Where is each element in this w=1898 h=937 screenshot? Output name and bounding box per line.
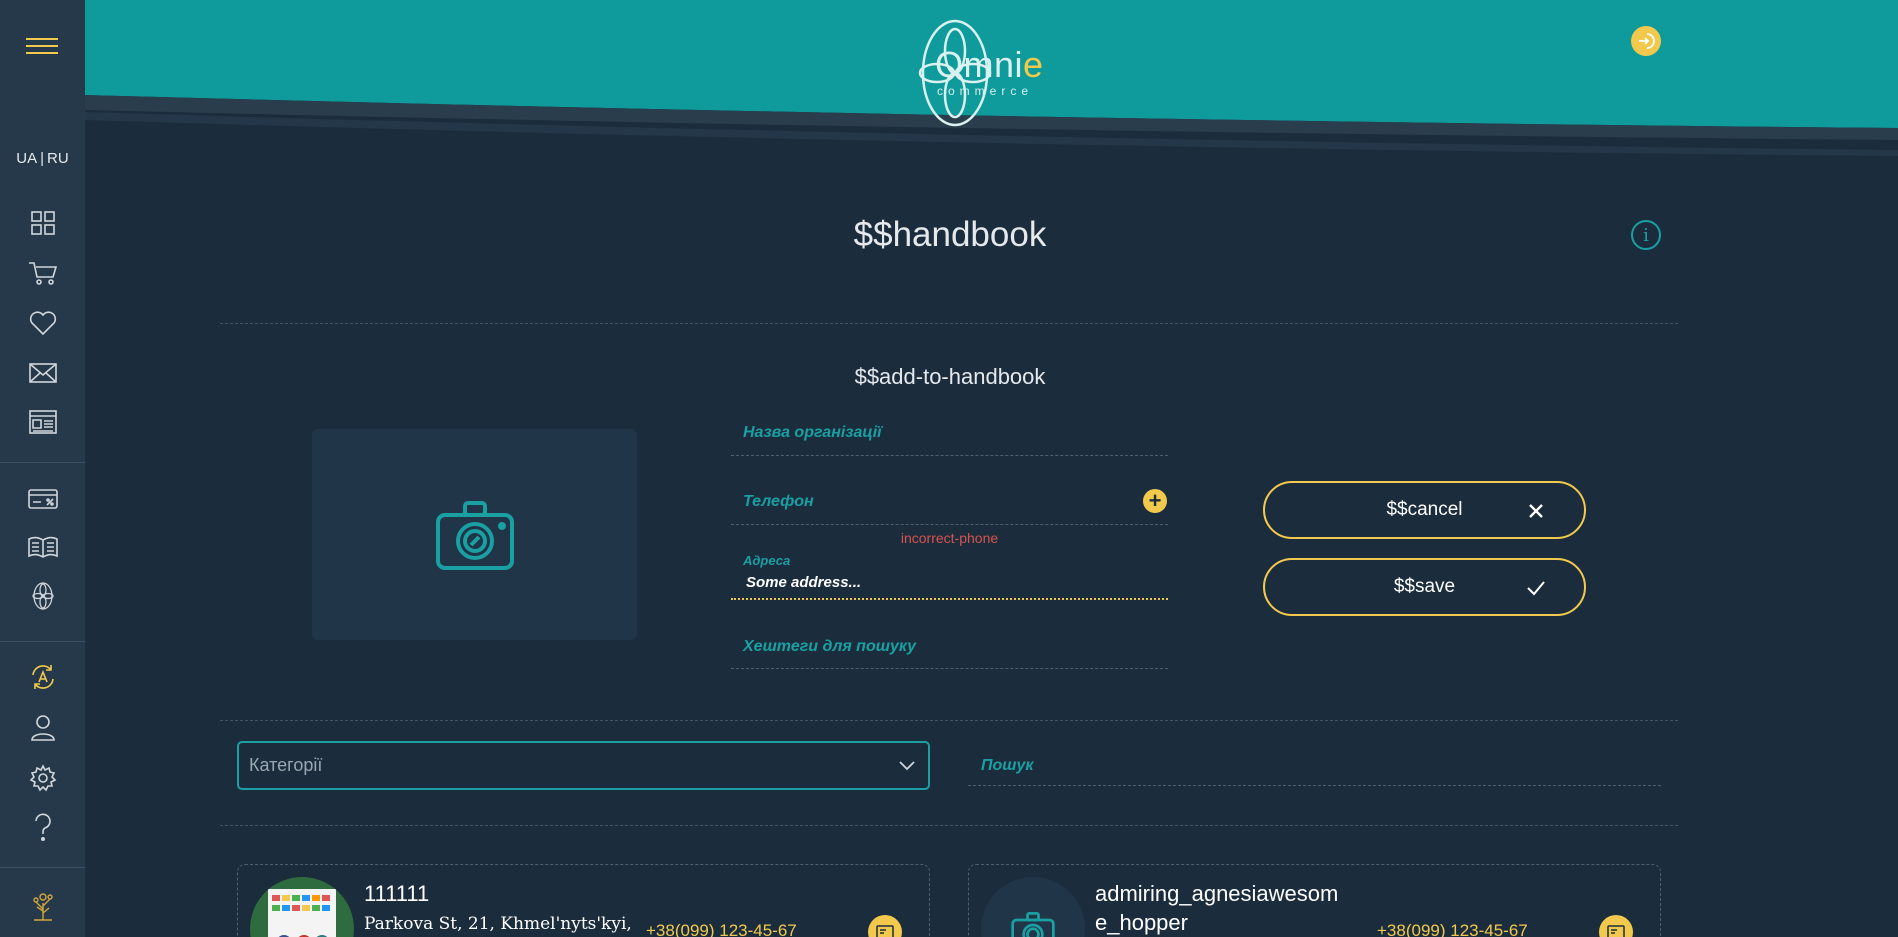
category-select[interactable]: Категорії — [237, 741, 930, 790]
section-title: $$add-to-handbook — [854, 364, 1046, 389]
org-name-placeholder: Назва організації — [743, 424, 882, 441]
lang-ru[interactable]: RU — [47, 150, 69, 167]
list-item[interactable]: 111111 Parkova St, 21, Khmel'nyts'kyi, +… — [237, 864, 930, 937]
logout-icon — [1639, 33, 1655, 49]
entry-name: admiring_agnesiawesom e_hopper — [1095, 881, 1339, 935]
page-title: $$handbook — [853, 215, 1047, 254]
search-underline — [968, 785, 1661, 786]
cancel-label: $$cancel — [1386, 499, 1463, 520]
omnie-flower-icon[interactable] — [28, 581, 58, 611]
gear-icon[interactable] — [28, 763, 58, 793]
list-item[interactable]: admiring_agnesiawesom e_hopper +38(099) … — [968, 864, 1661, 937]
logo-text: Omnie — [935, 44, 1044, 85]
info-button[interactable]: i — [1631, 220, 1661, 250]
photo-upload[interactable] — [312, 429, 637, 640]
contact-card-button[interactable] — [1599, 915, 1633, 937]
address-label: Адреса — [743, 553, 791, 568]
category-placeholder: Категорії — [249, 755, 323, 775]
address-value[interactable]: Some address... — [731, 574, 1168, 591]
tree-icon[interactable] — [28, 891, 58, 921]
cancel-button[interactable]: $$cancel — [1263, 481, 1586, 539]
sidebar-divider — [0, 462, 85, 463]
save-button[interactable]: $$save — [1263, 558, 1586, 616]
org-name-underline — [731, 455, 1168, 456]
plus-icon: + — [1148, 488, 1162, 513]
add-phone-button[interactable]: + — [1143, 489, 1167, 513]
lang-separator: | — [40, 150, 45, 167]
contact-card-icon — [1607, 925, 1625, 937]
camera-icon — [435, 500, 514, 570]
chevron-down-icon — [899, 761, 915, 771]
hashtags-placeholder: Хештеги для пошуку — [743, 638, 917, 655]
card-discount-icon[interactable] — [28, 484, 58, 514]
camera-icon — [1011, 912, 1055, 937]
address-field[interactable]: Адреса Some address... — [731, 553, 1168, 591]
news-icon[interactable] — [28, 407, 58, 437]
mail-icon[interactable] — [28, 358, 58, 388]
phone-underline — [731, 524, 1168, 525]
hashtags-field[interactable]: Хештеги для пошуку — [731, 638, 1168, 656]
avatar — [250, 877, 354, 937]
cart-icon[interactable] — [28, 258, 58, 288]
sidebar-divider — [0, 867, 85, 868]
hashtags-underline — [731, 668, 1168, 669]
org-name-field[interactable]: Назва організації — [731, 424, 1168, 442]
menu-burger-icon[interactable] — [26, 38, 58, 58]
help-icon[interactable] — [28, 813, 58, 843]
auto-exchange-icon[interactable] — [28, 662, 58, 692]
sidebar-divider — [0, 641, 85, 642]
lang-ua[interactable]: UA — [16, 150, 37, 167]
entry-phone[interactable]: +38(099) 123-45-67 — [646, 921, 797, 937]
phone-placeholder: Телефон — [743, 493, 814, 510]
user-icon[interactable] — [28, 712, 58, 742]
book-icon[interactable] — [28, 532, 58, 562]
heart-icon[interactable] — [28, 308, 58, 338]
grid-icon[interactable] — [28, 208, 58, 238]
address-underline — [731, 598, 1168, 600]
entry-address: Parkova St, 21, Khmel'nyts'kyi, — [364, 914, 632, 934]
divider — [220, 720, 1678, 721]
save-label: $$save — [1393, 576, 1456, 597]
contact-card-icon — [876, 925, 894, 937]
divider — [220, 323, 1678, 324]
phone-field[interactable]: Телефон — [731, 493, 1168, 511]
sidebar: UA | RU — [0, 0, 85, 937]
language-switch: UA | RU — [0, 150, 85, 167]
avatar — [981, 877, 1085, 937]
entry-phone[interactable]: +38(099) 123-45-67 — [1377, 921, 1528, 937]
phone-error: incorrect-phone — [900, 530, 999, 546]
divider — [220, 825, 1678, 826]
check-icon — [1527, 581, 1545, 596]
contact-card-button[interactable] — [868, 915, 902, 937]
search-input[interactable]: Пошук — [968, 757, 1661, 786]
logout-button[interactable] — [1631, 26, 1661, 56]
logo-subtitle: commerce — [937, 84, 1034, 98]
search-placeholder: Пошук — [981, 757, 1034, 774]
entry-name: 111111 — [364, 881, 430, 906]
close-icon — [1529, 504, 1543, 518]
info-icon: i — [1643, 224, 1649, 246]
